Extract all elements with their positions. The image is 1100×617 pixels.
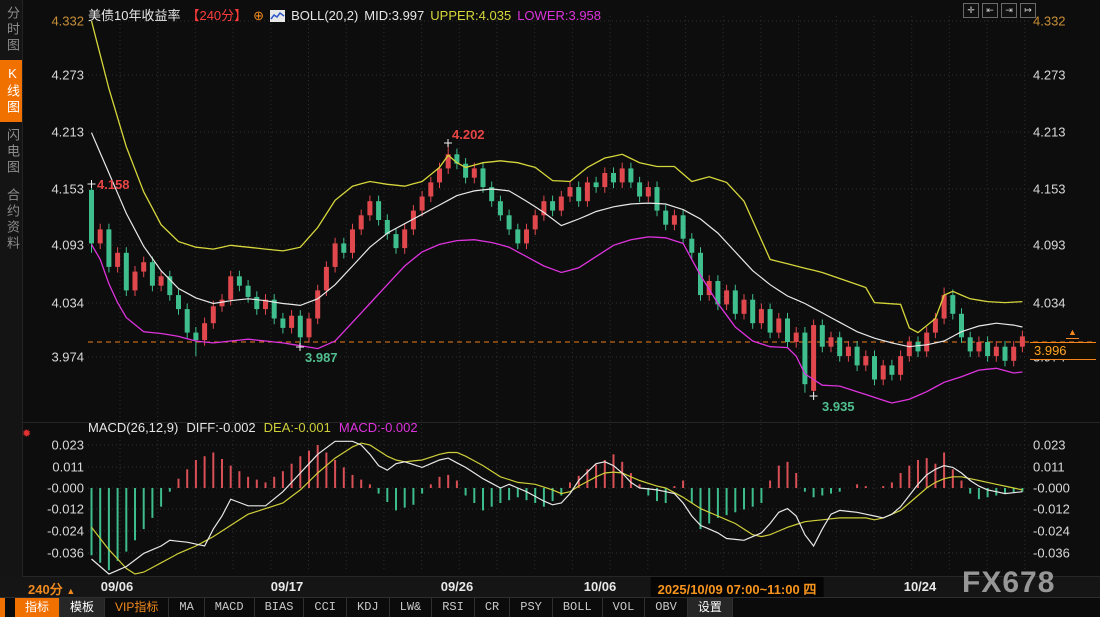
- macd-axis-label-right: 0.011: [1033, 460, 1095, 475]
- vertical-gridlines: [120, 16, 1025, 572]
- toolbar-accent-stripe: [0, 598, 5, 617]
- tab-lwr[interactable]: LW&: [390, 598, 433, 617]
- tab-kdj[interactable]: KDJ: [347, 598, 390, 617]
- price-axis-label-left: 4.332: [24, 14, 84, 29]
- svg-text:4.158: 4.158: [97, 177, 130, 192]
- macd-axis-label-right: -0.024: [1033, 524, 1095, 539]
- settings-button[interactable]: 设置: [688, 598, 733, 617]
- price-axis-label-right: 4.153: [1033, 182, 1095, 197]
- add-indicator-icon[interactable]: ⊕: [253, 8, 264, 23]
- macd-lines: [92, 441, 1023, 574]
- last-price-badge: 3.996: [1030, 342, 1096, 360]
- period-selector[interactable]: 240分 ▲: [28, 579, 75, 598]
- tab-macd[interactable]: MACD: [205, 598, 255, 617]
- goto-latest-icon[interactable]: ↦: [1020, 3, 1036, 18]
- boll-mid-value: MID:3.997: [364, 8, 424, 23]
- sidebar-item-time-chart[interactable]: 分时图: [0, 0, 22, 60]
- macd-axis-label-left: 0.023: [24, 438, 84, 453]
- price-axis-label-right: 4.093: [1033, 238, 1095, 253]
- date-label: 09/06: [101, 579, 134, 594]
- tab-vol[interactable]: VOL: [603, 598, 646, 617]
- expand-range-icon[interactable]: ⇥: [1001, 3, 1017, 18]
- boll-upper-value: UPPER:4.035: [430, 8, 511, 23]
- macd-axis-label-left: -0.000: [24, 481, 84, 496]
- price-axis-label-left: 4.273: [24, 68, 84, 83]
- compress-range-icon[interactable]: ⇤: [982, 3, 998, 18]
- macd-dea-value: DEA:-0.001: [264, 420, 331, 435]
- tab-cci[interactable]: CCI: [304, 598, 347, 617]
- price-axis-label-left: 4.153: [24, 182, 84, 197]
- chart-canvas[interactable]: 4.158 4.202 3.987 3.935: [0, 0, 1100, 617]
- watermark: FX678: [962, 566, 1055, 600]
- price-axis-label-right: 4.034: [1033, 296, 1095, 311]
- boll-indicator-label: BOLL(20,2): [291, 8, 358, 23]
- tab-bias[interactable]: BIAS: [255, 598, 305, 617]
- macd-name: MACD(26,12,9): [88, 420, 178, 435]
- app-root: 4.158 4.202 3.987 3.935 分时图K线图闪电图合约资料 美债10年…: [0, 0, 1100, 617]
- date-label: 10/06: [584, 579, 617, 594]
- sidebar-item-lightning-chart[interactable]: 闪电图: [0, 122, 22, 182]
- time-axis: 240分 ▲ 2025/10/09 07:00~11:00 四 09/0609/…: [0, 577, 1100, 597]
- instrument-title: 美债10年收益率: [88, 8, 180, 23]
- indicator-toolbar: 指标模板VIP指标MAMACDBIASCCIKDJLW&RSICRPSYBOLL…: [0, 597, 1100, 617]
- macd-histogram: [92, 445, 1023, 570]
- price-axis-label-right: 4.273: [1033, 68, 1095, 83]
- tab-boll[interactable]: BOLL: [553, 598, 603, 617]
- macd-axis-label-left: -0.012: [24, 502, 84, 517]
- price-axis-label-left: 3.974: [24, 350, 84, 365]
- chevron-up-icon: ▲: [66, 586, 75, 596]
- macd-macd-value: MACD:-0.002: [339, 420, 418, 435]
- macd-axis-label-right: -0.036: [1033, 546, 1095, 561]
- chart-header: 美债10年收益率【240分】 ⊕ BOLL(20,2) MID:3.997 UPPER:…: [88, 5, 607, 25]
- price-axis-label-right: 4.332: [1033, 14, 1095, 29]
- macd-axis-label-right: -0.012: [1033, 502, 1095, 517]
- macd-header: MACD(26,12,9) DIFF:-0.002 DEA:-0.001 MACD:-…: [88, 420, 426, 435]
- tab-ma[interactable]: MA: [169, 598, 204, 617]
- sidebar: 分时图K线图闪电图合约资料: [0, 0, 23, 580]
- sidebar-item-kline-chart[interactable]: K线图: [0, 60, 22, 122]
- svg-text:3.935: 3.935: [822, 399, 855, 414]
- macd-axis-label-right: 0.023: [1033, 438, 1095, 453]
- vip-indicator-button[interactable]: VIP指标: [105, 598, 169, 617]
- svg-text:3.987: 3.987: [305, 350, 338, 365]
- tab-rsi[interactable]: RSI: [432, 598, 475, 617]
- boll-lower-value: LOWER:3.958: [517, 8, 601, 23]
- macd-axis-label-left: -0.036: [24, 546, 84, 561]
- boll-bands: [92, 21, 1023, 403]
- macd-axis-label-left: -0.024: [24, 524, 84, 539]
- crosshair-icon[interactable]: ✛: [963, 3, 979, 18]
- price-axis-label-right: 4.213: [1033, 125, 1095, 140]
- price-annotations: 4.158 4.202 3.987 3.935: [88, 127, 855, 414]
- macd-diff-value: DIFF:-0.002: [186, 420, 255, 435]
- tab-cr[interactable]: CR: [475, 598, 510, 617]
- tab-psy[interactable]: PSY: [510, 598, 553, 617]
- price-axis-label-left: 4.093: [24, 238, 84, 253]
- macd-axis-label-left: 0.011: [24, 460, 84, 475]
- indicator-flag-icon[interactable]: ✹: [22, 427, 31, 440]
- template-button[interactable]: 模板: [60, 598, 105, 617]
- macd-axis-label-right: -0.000: [1033, 481, 1095, 496]
- period-label[interactable]: 【240分】: [186, 8, 247, 23]
- sidebar-item-contract-info[interactable]: 合约资料: [0, 182, 22, 258]
- date-label: 09/17: [271, 579, 304, 594]
- svg-text:4.202: 4.202: [452, 127, 485, 142]
- tab-obv[interactable]: OBV: [645, 598, 688, 617]
- price-axis-label-left: 4.034: [24, 296, 84, 311]
- indicator-button[interactable]: 指标: [15, 598, 60, 617]
- chart-tools: ✛⇤⇥↦: [963, 3, 1036, 18]
- date-label: 09/26: [441, 579, 474, 594]
- date-label: 10/24: [904, 579, 937, 594]
- chart-type-icon[interactable]: [270, 10, 285, 25]
- price-axis-label-left: 4.213: [24, 125, 84, 140]
- alert-arrow-icon[interactable]: ▲: [1066, 328, 1079, 339]
